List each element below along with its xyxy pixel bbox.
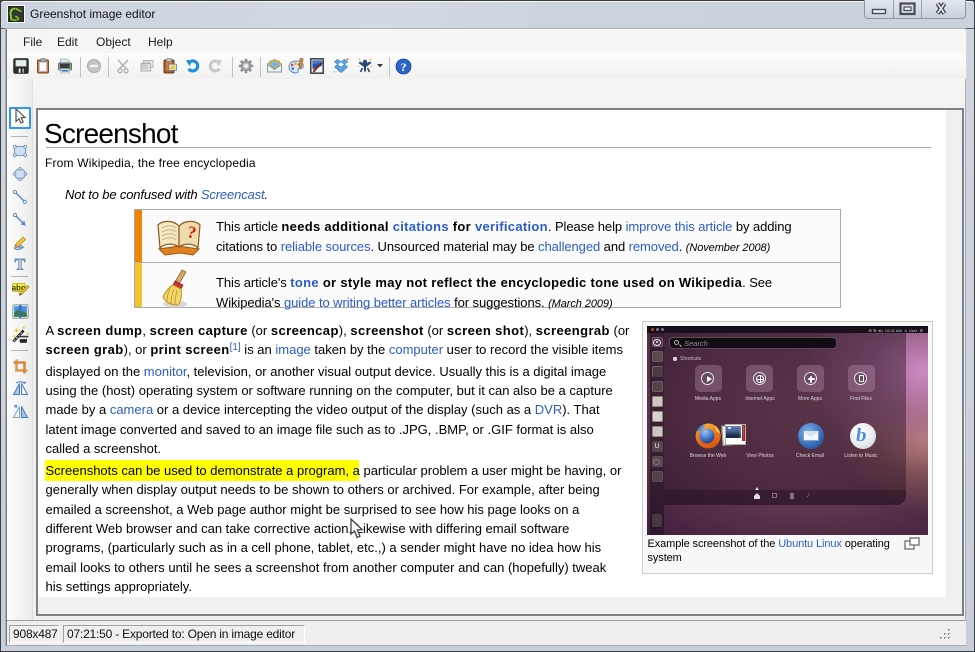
svg-text:?: ? bbox=[401, 60, 407, 74]
svg-text:T: T bbox=[15, 257, 26, 273]
